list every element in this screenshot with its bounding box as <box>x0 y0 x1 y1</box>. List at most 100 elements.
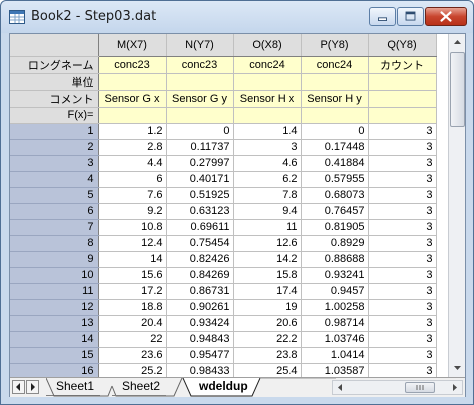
row-header[interactable]: 15 <box>10 347 99 364</box>
data-cell[interactable]: 3 <box>368 299 437 316</box>
data-cell[interactable]: 6 <box>98 171 167 188</box>
metadata-cell[interactable]: Sensor G x <box>98 90 167 108</box>
data-cell[interactable]: 3 <box>368 315 437 332</box>
data-cell[interactable]: 3 <box>368 235 437 252</box>
metadata-cell[interactable]: conc23 <box>166 56 234 74</box>
row-header[interactable]: 5 <box>10 187 99 204</box>
data-cell[interactable]: 19 <box>233 299 302 316</box>
data-cell[interactable]: 23.6 <box>98 347 167 364</box>
minimize-button[interactable] <box>369 7 396 26</box>
corner-cell[interactable] <box>10 34 99 57</box>
data-cell[interactable]: 12.6 <box>233 235 302 252</box>
data-cell[interactable]: 1.0414 <box>301 347 369 364</box>
data-cell[interactable]: 0.8929 <box>301 235 369 252</box>
data-cell[interactable]: 15.6 <box>98 267 167 284</box>
row-header[interactable]: 13 <box>10 315 99 332</box>
data-cell[interactable]: 4.4 <box>98 155 167 172</box>
data-cell[interactable]: 0 <box>166 123 234 140</box>
data-cell[interactable]: 9.4 <box>233 203 302 220</box>
data-cell[interactable]: 20.6 <box>233 315 302 332</box>
data-cell[interactable]: 0.63123 <box>166 203 234 220</box>
data-cell[interactable]: 0.11737 <box>166 139 234 156</box>
column-header[interactable]: M(X7) <box>98 34 167 57</box>
metadata-label[interactable]: ロングネーム <box>10 56 99 74</box>
horizontal-scrollbar[interactable] <box>332 380 463 395</box>
tab-wdeldup[interactable]: wdeldup <box>189 378 254 396</box>
data-cell[interactable]: 7.8 <box>233 187 302 204</box>
data-cell[interactable]: 1.03746 <box>301 331 369 348</box>
row-header[interactable]: 7 <box>10 219 99 236</box>
next-sheet-button[interactable] <box>26 380 39 394</box>
metadata-cell[interactable] <box>166 107 234 124</box>
data-cell[interactable]: 0.95477 <box>166 347 234 364</box>
data-cell[interactable]: 0.68073 <box>301 187 369 204</box>
data-cell[interactable]: 3 <box>368 251 437 268</box>
row-header[interactable]: 4 <box>10 171 99 188</box>
metadata-cell[interactable] <box>368 107 437 124</box>
row-header[interactable]: 6 <box>10 203 99 220</box>
row-header[interactable]: 8 <box>10 235 99 252</box>
tab-sheet2[interactable]: Sheet2 <box>112 378 167 396</box>
data-cell[interactable]: 0.76457 <box>301 203 369 220</box>
data-cell[interactable]: 1.03587 <box>301 363 369 377</box>
scroll-up-icon[interactable] <box>450 35 465 50</box>
data-cell[interactable]: 0.93424 <box>166 315 234 332</box>
metadata-cell[interactable] <box>368 90 437 108</box>
data-cell[interactable]: 3 <box>368 171 437 188</box>
data-cell[interactable]: 0.98433 <box>166 363 234 377</box>
metadata-cell[interactable] <box>301 107 369 124</box>
column-header[interactable]: Q(Y8) <box>368 34 437 57</box>
data-cell[interactable]: 0.86731 <box>166 283 234 300</box>
data-cell[interactable]: 14 <box>98 251 167 268</box>
row-header[interactable]: 12 <box>10 299 99 316</box>
data-cell[interactable]: 3 <box>368 123 437 140</box>
row-header[interactable]: 2 <box>10 139 99 156</box>
data-cell[interactable]: 25.2 <box>98 363 167 377</box>
column-header[interactable]: N(Y7) <box>166 34 234 57</box>
data-cell[interactable]: 0.27997 <box>166 155 234 172</box>
data-cell[interactable]: 0.93241 <box>301 267 369 284</box>
data-cell[interactable]: 1.4 <box>233 123 302 140</box>
prev-sheet-button[interactable] <box>12 380 25 394</box>
row-header[interactable]: 11 <box>10 283 99 300</box>
scroll-down-icon[interactable] <box>450 360 465 375</box>
data-cell[interactable]: 17.4 <box>233 283 302 300</box>
vertical-scroll-thumb[interactable] <box>450 52 465 127</box>
data-cell[interactable]: 3 <box>368 331 437 348</box>
data-cell[interactable]: 1.2 <box>98 123 167 140</box>
data-cell[interactable]: 3 <box>368 155 437 172</box>
data-cell[interactable]: 7.6 <box>98 187 167 204</box>
data-cell[interactable]: 0.40171 <box>166 171 234 188</box>
data-cell[interactable]: 3 <box>368 187 437 204</box>
data-cell[interactable]: 18.8 <box>98 299 167 316</box>
data-cell[interactable]: 22.2 <box>233 331 302 348</box>
data-cell[interactable]: 0.84269 <box>166 267 234 284</box>
metadata-cell[interactable]: Sensor H x <box>233 90 302 108</box>
metadata-label[interactable]: 単位 <box>10 73 99 91</box>
metadata-cell[interactable] <box>166 73 234 91</box>
data-cell[interactable]: 3 <box>368 347 437 364</box>
data-cell[interactable]: 15.8 <box>233 267 302 284</box>
row-header[interactable]: 14 <box>10 331 99 348</box>
data-cell[interactable]: 3 <box>368 363 437 377</box>
metadata-cell[interactable] <box>368 73 437 91</box>
close-button[interactable] <box>425 7 467 26</box>
metadata-cell[interactable]: カウント <box>368 56 437 74</box>
data-cell[interactable]: 0.51925 <box>166 187 234 204</box>
horizontal-scroll-thumb[interactable] <box>405 382 435 393</box>
metadata-label[interactable]: コメント <box>10 90 99 108</box>
metadata-cell[interactable]: Sensor G y <box>166 90 234 108</box>
data-cell[interactable]: 20.4 <box>98 315 167 332</box>
data-cell[interactable]: 22 <box>98 331 167 348</box>
metadata-cell[interactable] <box>98 73 167 91</box>
data-cell[interactable]: 0.41884 <box>301 155 369 172</box>
data-cell[interactable]: 0.75454 <box>166 235 234 252</box>
data-cell[interactable]: 25.4 <box>233 363 302 377</box>
data-cell[interactable]: 0.98714 <box>301 315 369 332</box>
data-cell[interactable]: 0.81905 <box>301 219 369 236</box>
data-cell[interactable]: 10.8 <box>98 219 167 236</box>
data-cell[interactable]: 0.17448 <box>301 139 369 156</box>
column-header[interactable]: P(Y8) <box>301 34 369 57</box>
maximize-button[interactable] <box>397 7 424 26</box>
data-cell[interactable]: 0.9457 <box>301 283 369 300</box>
